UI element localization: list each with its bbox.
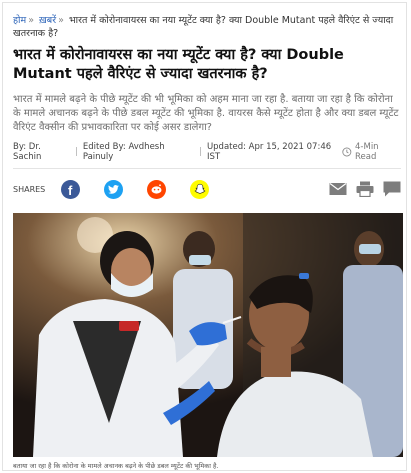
facebook-icon[interactable]: f [61, 179, 80, 199]
shares-label: SHARES [13, 184, 46, 194]
article-tools [329, 181, 401, 197]
snapchat-icon[interactable] [190, 179, 209, 199]
meta-divider: | [74, 147, 78, 157]
meta-divider: | [199, 147, 202, 157]
article-meta: By: Dr. Sachin | Edited By: Avdhesh Pain… [13, 142, 401, 162]
editor: Edited By: Avdhesh Painuly [82, 142, 165, 162]
print-icon[interactable] [356, 181, 374, 197]
breadcrumb-home[interactable]: होम [13, 15, 26, 26]
twitter-icon[interactable] [104, 179, 123, 199]
breadcrumb: होम» ख़बरें» भारत में कोरोनावायरस का नया… [13, 14, 401, 40]
updated-date: Updated: Apr 15, 2021 07:46 IST [206, 142, 332, 162]
clock-icon [342, 147, 352, 157]
breadcrumb-current: भारत में कोरोनावायरस का नया म्यूटेंट क्य… [13, 15, 394, 39]
breadcrumb-separator: » [28, 15, 34, 26]
reddit-icon[interactable] [147, 179, 166, 199]
breadcrumb-separator: » [58, 15, 64, 26]
article-summary: भारत में मामले बढ़ने के पीछे म्यूटेंट की… [13, 94, 399, 133]
article-title: भारत में कोरोनावायरस का नया म्यूटेंट क्य… [13, 47, 344, 82]
svg-text:f: f [68, 183, 73, 198]
email-icon[interactable] [329, 182, 347, 196]
read-time: 4-Min Read [342, 142, 401, 162]
comment-icon[interactable] [383, 181, 401, 197]
breadcrumb-news[interactable]: ख़बरें [39, 15, 56, 26]
article-container: होम» ख़बरें» भारत में कोरोनावायरस का नया… [13, 14, 403, 470]
share-bar: SHARES f [13, 169, 401, 209]
read-time-label: 4-Min Read [355, 142, 379, 162]
author: By: Dr. Sachin [13, 142, 42, 162]
article-frame: होम» ख़बरें» भारत में कोरोनावायरस का नया… [2, 2, 407, 471]
photo-caption: बताया जा रहा है कि कोरोना के मामले अचानक… [13, 462, 219, 470]
article-photo [13, 213, 403, 457]
